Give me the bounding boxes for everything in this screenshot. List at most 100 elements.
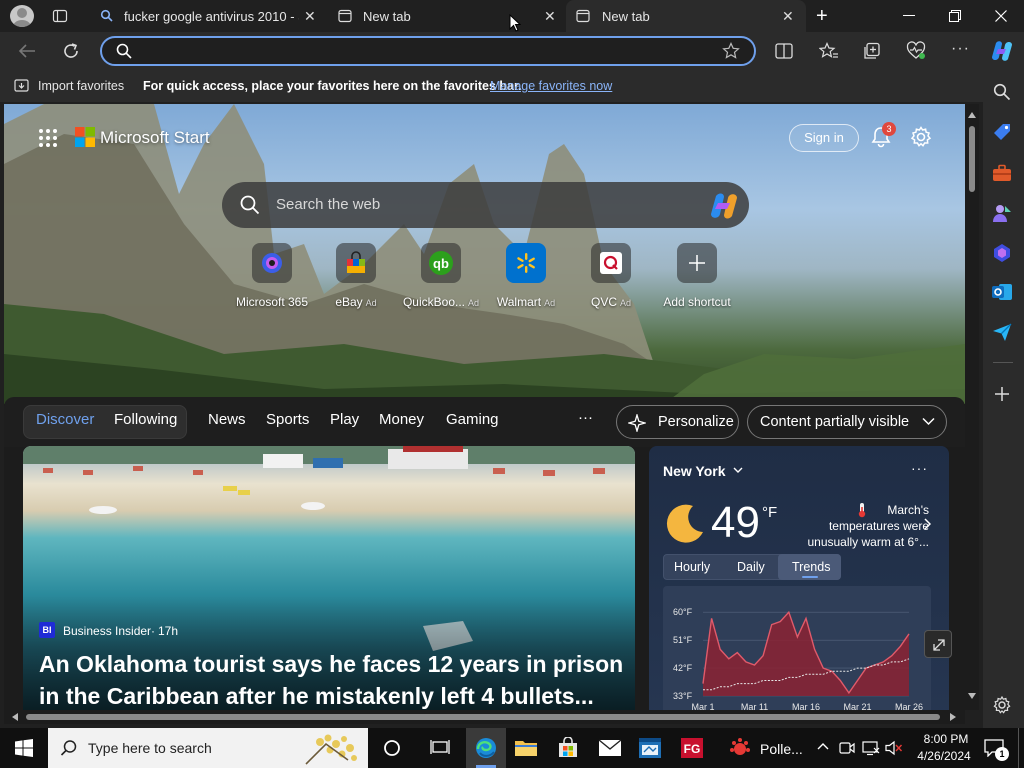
shortcut-microsoft-365[interactable]: Microsoft 365 — [231, 243, 313, 309]
fg-app-icon[interactable]: FG — [672, 728, 712, 768]
pollen-weather-icon[interactable] — [720, 728, 760, 768]
vertical-scrollbar[interactable] — [965, 104, 979, 710]
sidebar-settings-icon[interactable] — [993, 696, 1015, 718]
outlook-icon[interactable] — [991, 281, 1013, 303]
search-highlight-image-icon — [300, 730, 364, 766]
close-window-button[interactable] — [978, 0, 1024, 32]
collections-icon[interactable] — [863, 42, 881, 60]
restore-button[interactable] — [932, 0, 978, 32]
tab-close-icon[interactable]: ✕ — [782, 8, 794, 25]
taskbar-date[interactable]: 4/26/2024 — [911, 749, 977, 763]
refresh-button[interactable] — [62, 42, 80, 60]
tab-close-icon[interactable]: ✕ — [544, 8, 556, 25]
chevron-down-icon[interactable] — [733, 467, 743, 474]
games-icon[interactable] — [991, 202, 1013, 224]
chart-x-tick-label: Mar 1 — [691, 702, 714, 710]
expand-icon[interactable] — [924, 630, 952, 658]
back-button[interactable] — [18, 43, 36, 59]
microsoft-store-icon[interactable] — [548, 728, 588, 768]
import-favorites-button[interactable]: Import favorites — [38, 79, 124, 93]
chevron-right-icon[interactable] — [924, 518, 931, 530]
edge-taskbar-icon[interactable] — [466, 728, 506, 768]
feed-more-button[interactable]: ··· — [578, 409, 593, 426]
copilot-icon[interactable] — [990, 40, 1014, 62]
feed-tab-money[interactable]: Money — [379, 411, 424, 428]
show-desktop-button[interactable] — [1018, 728, 1024, 768]
new-tab-button[interactable]: + — [816, 5, 828, 28]
personalize-button[interactable]: Personalize — [616, 405, 739, 439]
tab-new-tab-2[interactable]: New tab ✕ — [566, 0, 806, 32]
cortana-icon[interactable] — [372, 728, 412, 768]
address-bar[interactable] — [100, 36, 756, 66]
feed-tab-news[interactable]: News — [208, 411, 246, 428]
tab-actions-icon[interactable] — [52, 8, 68, 24]
scroll-down-arrow-icon[interactable] — [968, 693, 976, 699]
add-sidebar-app-icon[interactable] — [994, 386, 1016, 408]
browser-essentials-icon[interactable] — [906, 41, 926, 61]
app-window-icon[interactable] — [630, 728, 670, 768]
split-screen-icon[interactable] — [775, 42, 793, 60]
show-hidden-icons-chevron-icon[interactable] — [817, 742, 829, 750]
feed-tab-following[interactable]: Following — [114, 411, 177, 428]
favorite-star-icon[interactable] — [722, 42, 740, 60]
network-icon[interactable] — [862, 740, 880, 756]
task-view-icon[interactable] — [420, 728, 460, 768]
sidebar-search-icon[interactable] — [993, 83, 1015, 105]
volume-muted-icon[interactable] — [885, 740, 903, 756]
minimize-button[interactable] — [886, 0, 932, 32]
scrollbar-thumb[interactable] — [969, 126, 975, 192]
content-visibility-dropdown[interactable]: Content partially visible — [747, 405, 947, 439]
manage-favorites-link[interactable]: Manage favorites now — [490, 79, 612, 93]
weather-location[interactable]: New York — [663, 463, 726, 479]
address-input[interactable] — [138, 42, 718, 62]
feed-tab-sports[interactable]: Sports — [266, 411, 309, 428]
tab-search-result[interactable]: fucker google antivirus 2010 - Se ✕ — [92, 0, 324, 32]
drop-send-icon[interactable] — [991, 321, 1013, 343]
feed-tab-play[interactable]: Play — [330, 411, 359, 428]
brand-title[interactable]: Microsoft Start — [100, 128, 210, 148]
shortcut-walmart[interactable]: Walmart Ad — [485, 243, 567, 309]
web-search-box[interactable]: Search the web — [222, 182, 749, 228]
favorites-bar-message: For quick access, place your favorites h… — [143, 79, 522, 93]
start-button[interactable] — [4, 728, 44, 768]
copilot-search-icon[interactable] — [708, 192, 740, 220]
meet-now-icon[interactable] — [839, 740, 855, 756]
tab-new-tab-1[interactable]: New tab ✕ — [328, 0, 564, 32]
scroll-left-arrow-icon[interactable] — [12, 713, 18, 721]
feed-tab-gaming[interactable]: Gaming — [446, 411, 499, 428]
copilot-sidebar-icon[interactable] — [991, 242, 1013, 264]
news-headline[interactable]: An Oklahoma tourist says he faces 12 yea… — [39, 648, 624, 710]
weather-highlight[interactable]: March's temperatures were unusually warm… — [801, 502, 929, 550]
weather-tab-hourly[interactable]: Hourly — [674, 560, 710, 574]
shortcut-quickbooks[interactable]: qb QuickBoo... Ad — [400, 243, 482, 309]
weather-tab-trends[interactable]: Trends — [792, 560, 830, 574]
weather-more-icon[interactable]: ··· — [911, 460, 928, 476]
taskbar-time[interactable]: 8:00 PM — [917, 732, 975, 746]
horizontal-scrollbar[interactable] — [4, 710, 965, 724]
scrollbar-thumb[interactable] — [26, 714, 940, 720]
tab-close-icon[interactable]: ✕ — [304, 8, 316, 25]
pollen-widget-label[interactable]: Polle... — [760, 741, 803, 757]
file-explorer-icon[interactable] — [506, 728, 546, 768]
shortcut-add[interactable]: Add shortcut — [656, 243, 738, 309]
app-launcher-icon[interactable] — [38, 128, 58, 148]
scroll-right-arrow-icon[interactable] — [950, 713, 956, 721]
taskbar-search-box[interactable]: Type here to search — [48, 728, 368, 768]
shopping-tag-icon[interactable] — [991, 121, 1013, 143]
weather-tab-daily[interactable]: Daily — [737, 560, 765, 574]
tools-briefcase-icon[interactable] — [991, 162, 1013, 184]
sign-in-button[interactable]: Sign in — [789, 124, 859, 152]
shortcut-qvc[interactable]: QVC Ad — [570, 243, 652, 309]
more-options-icon[interactable]: ··· — [951, 40, 970, 58]
top-news-card[interactable]: BI Business Insider · 17h An Oklahoma to… — [23, 446, 635, 710]
favorites-icon[interactable] — [819, 42, 839, 60]
scroll-up-arrow-icon[interactable] — [968, 112, 976, 118]
weather-card[interactable]: New York ··· 49 °F March's temperatures … — [649, 446, 949, 710]
shortcut-ebay[interactable]: eBay Ad — [315, 243, 397, 309]
feed-tab-discover[interactable]: Discover — [36, 411, 94, 428]
profile-avatar[interactable] — [10, 5, 34, 27]
shortcut-label: QuickBoo... — [402, 295, 465, 309]
news-source[interactable]: Business Insider — [63, 624, 151, 638]
page-settings-gear-icon[interactable] — [910, 126, 932, 148]
mail-icon[interactable] — [590, 728, 630, 768]
